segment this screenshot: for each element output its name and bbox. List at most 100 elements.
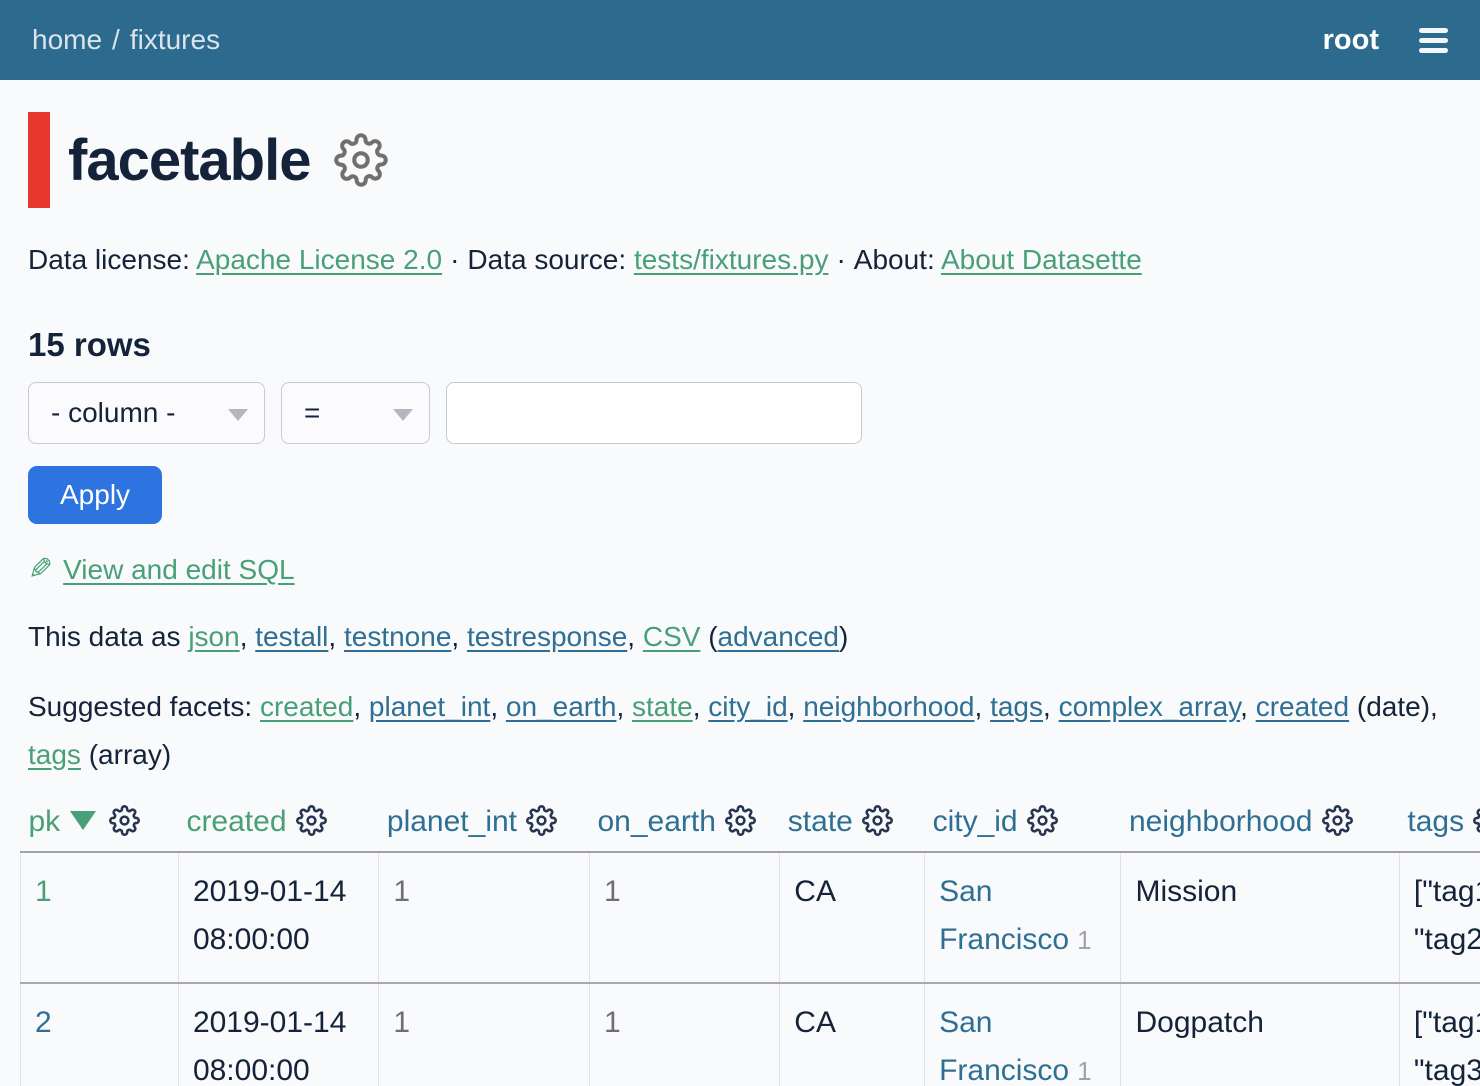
city-link[interactable]: San Francisco xyxy=(939,875,1069,956)
chevron-down-icon xyxy=(228,409,248,421)
column-header-state-link[interactable]: state xyxy=(788,805,853,838)
column-gear-icon[interactable] xyxy=(725,805,756,836)
source-link[interactable]: tests/fixtures.py xyxy=(634,244,829,275)
column-header-on-earth-link[interactable]: on_earth xyxy=(597,805,715,838)
hamburger-icon xyxy=(1419,28,1448,33)
cell-state: CA xyxy=(780,852,925,983)
results-table-container: pk created planet_int on_earth state xyxy=(20,801,1452,1086)
column-select[interactable]: - column - xyxy=(28,382,265,444)
column-header-city-id-link[interactable]: city_id xyxy=(933,805,1018,838)
filter-value-input[interactable] xyxy=(446,382,862,444)
operator-select-value: = xyxy=(304,397,320,429)
export-link-advanced[interactable]: advanced xyxy=(718,621,839,652)
column-header-planet-int: planet_int xyxy=(379,801,590,852)
cell-pk: 1 xyxy=(21,852,179,983)
column-header-state: state xyxy=(780,801,925,852)
column-header-city-id: city_id xyxy=(925,801,1121,852)
facet-link-planet-int[interactable]: planet_int xyxy=(369,691,490,722)
column-gear-icon[interactable] xyxy=(1027,805,1058,836)
separator-dot: · xyxy=(450,244,459,275)
separator: , xyxy=(451,621,467,652)
column-gear-icon[interactable] xyxy=(296,805,327,836)
license-label: Data license: xyxy=(28,244,190,275)
separator: , xyxy=(328,621,344,652)
about-label: About: xyxy=(854,244,935,275)
cell-planet-int: 1 xyxy=(379,852,590,983)
cell-pk: 2 xyxy=(21,983,179,1086)
city-id-number: 1 xyxy=(1077,925,1091,955)
column-header-neighborhood: neighborhood xyxy=(1121,801,1399,852)
column-gear-icon[interactable] xyxy=(1473,805,1480,836)
cell-neighborhood: Dogpatch xyxy=(1121,983,1399,1086)
export-link-csv[interactable]: CSV xyxy=(643,621,701,652)
facet-link-created-date[interactable]: created xyxy=(1256,691,1349,722)
column-gear-icon[interactable] xyxy=(109,805,140,836)
menu-button[interactable] xyxy=(1419,28,1448,53)
separator: , xyxy=(693,691,709,722)
cell-state: CA xyxy=(780,983,925,1086)
column-header-created: created xyxy=(178,801,378,852)
separator: , xyxy=(627,621,643,652)
column-gear-icon[interactable] xyxy=(862,805,893,836)
separator: , xyxy=(1240,691,1256,722)
logged-in-user[interactable]: root xyxy=(1323,24,1379,57)
cell-planet-int: 1 xyxy=(379,983,590,1086)
export-link-testresponse[interactable]: testresponse xyxy=(467,621,627,652)
column-header-pk-link[interactable]: pk xyxy=(29,805,61,838)
separator: , xyxy=(1430,691,1438,722)
column-header-planet-int-link[interactable]: planet_int xyxy=(387,805,517,838)
metadata-line: Data license: Apache License 2.0 · Data so… xyxy=(28,244,1452,276)
cell-city-id: San Francisco 1 xyxy=(925,852,1121,983)
row-pk-link[interactable]: 2 xyxy=(35,1006,52,1039)
title-accent-bar xyxy=(28,112,50,208)
export-prefix: This data as xyxy=(28,621,188,652)
cell-city-id: San Francisco 1 xyxy=(925,983,1121,1086)
separator: , xyxy=(353,691,369,722)
breadcrumb: home/fixtures xyxy=(32,24,220,56)
city-link[interactable]: San Francisco xyxy=(939,1006,1069,1086)
paren: ( xyxy=(700,621,717,652)
separator: , xyxy=(975,691,991,722)
facet-link-on-earth[interactable]: on_earth xyxy=(506,691,617,722)
column-header-tags-link[interactable]: tags xyxy=(1407,805,1464,838)
filter-controls: - column - = xyxy=(28,382,1452,444)
row-pk-link[interactable]: 1 xyxy=(35,875,52,908)
column-gear-icon[interactable] xyxy=(526,805,557,836)
facet-link-neighborhood[interactable]: neighborhood xyxy=(803,691,974,722)
facet-link-created[interactable]: created xyxy=(260,691,353,722)
column-header-created-link[interactable]: created xyxy=(186,805,286,838)
top-navigation-bar: home/fixtures root xyxy=(0,0,1480,80)
cell-created: 2019-01-14 08:00:00 xyxy=(178,852,378,983)
page-title: facetable xyxy=(68,127,310,194)
row-count-heading: 15 rows xyxy=(28,326,1452,364)
breadcrumb-home-link[interactable]: home xyxy=(32,24,102,55)
table-settings-gear-icon[interactable] xyxy=(334,133,388,187)
column-header-pk: pk xyxy=(21,801,179,852)
cell-neighborhood: Mission xyxy=(1121,852,1399,983)
table-row: 1 2019-01-14 08:00:00 1 1 CA San Francis… xyxy=(21,852,1480,983)
column-header-neighborhood-link[interactable]: neighborhood xyxy=(1129,805,1313,838)
facet-link-tags-array[interactable]: tags xyxy=(28,739,81,770)
export-link-testall[interactable]: testall xyxy=(255,621,328,652)
breadcrumb-current-link[interactable]: fixtures xyxy=(130,24,220,55)
facet-link-state[interactable]: state xyxy=(632,691,693,722)
city-id-number: 1 xyxy=(1077,1056,1091,1086)
license-link[interactable]: Apache License 2.0 xyxy=(196,244,442,275)
export-link-testnone[interactable]: testnone xyxy=(344,621,451,652)
suggested-facets-row: Suggested facets: created, planet_int, o… xyxy=(28,683,1452,779)
view-edit-sql-link[interactable]: View and edit SQL xyxy=(63,554,294,585)
column-gear-icon[interactable] xyxy=(1322,805,1353,836)
facet-suffix: (date) xyxy=(1349,691,1430,722)
cell-tags: ["tag1", "tag2"] xyxy=(1399,852,1480,983)
source-label: Data source: xyxy=(467,244,626,275)
facet-link-complex-array[interactable]: complex_array xyxy=(1059,691,1241,722)
facet-link-tags[interactable]: tags xyxy=(990,691,1043,722)
facets-prefix: Suggested facets: xyxy=(28,691,260,722)
about-link[interactable]: About Datasette xyxy=(941,244,1142,275)
export-link-json[interactable]: json xyxy=(188,621,239,652)
export-formats-row: This data as json, testall, testnone, te… xyxy=(28,621,1452,653)
facet-suffix: (array) xyxy=(81,739,171,770)
operator-select[interactable]: = xyxy=(281,382,430,444)
apply-button[interactable]: Apply xyxy=(28,466,162,524)
facet-link-city-id[interactable]: city_id xyxy=(708,691,787,722)
